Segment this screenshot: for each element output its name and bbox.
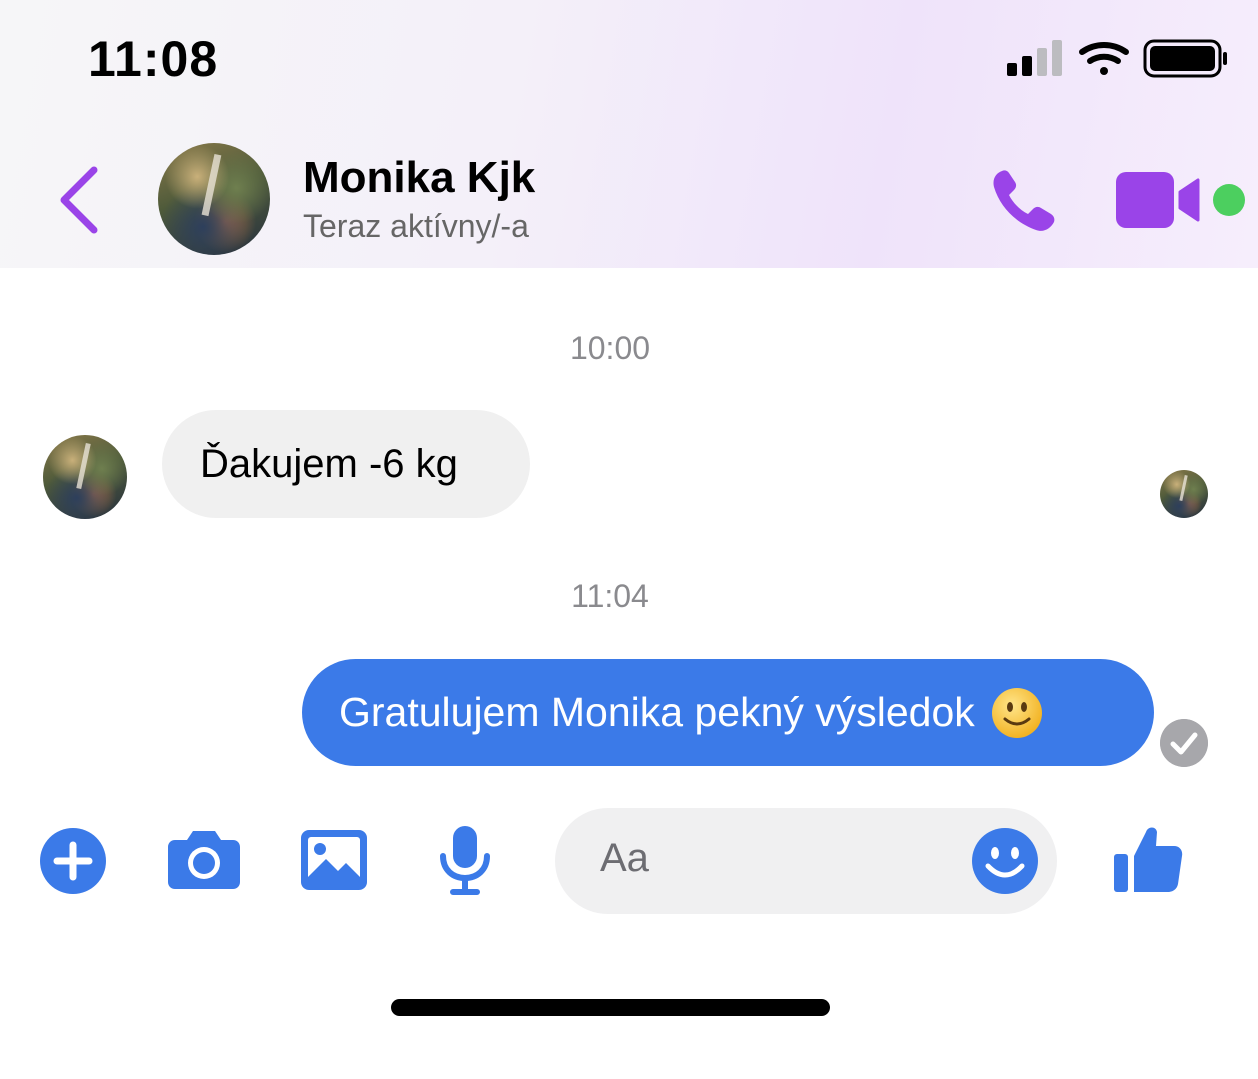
- message-input-placeholder: Aa: [600, 836, 649, 880]
- emoji-icon[interactable]: [972, 828, 1038, 894]
- wifi-icon: [1079, 41, 1129, 75]
- contact-avatar[interactable]: [158, 143, 270, 255]
- online-indicator: [1213, 184, 1245, 216]
- microphone-icon[interactable]: [436, 824, 494, 896]
- message-timestamp: 10:00: [569, 330, 651, 366]
- signal-icon: [1007, 40, 1062, 76]
- battery-icon: [1143, 39, 1227, 78]
- contact-name[interactable]: Monika Kjk: [303, 153, 535, 203]
- outgoing-message-bubble[interactable]: Gratulujem Monika pekný výsledok: [302, 659, 1154, 766]
- checkmark-icon: [1160, 719, 1208, 767]
- video-camera-icon[interactable]: [1114, 170, 1204, 230]
- status-icons: [1007, 39, 1227, 78]
- image-icon[interactable]: [300, 829, 368, 891]
- back-chevron-icon[interactable]: [52, 162, 108, 238]
- read-receipt-avatar: [1160, 470, 1208, 518]
- plus-icon[interactable]: [40, 828, 106, 894]
- home-indicator: [391, 999, 830, 1016]
- camera-icon[interactable]: [167, 828, 241, 890]
- phone-icon[interactable]: [988, 167, 1060, 235]
- smiley-emoji: [991, 687, 1042, 738]
- message-input[interactable]: Aa: [555, 808, 1057, 914]
- thumbs-up-icon[interactable]: [1112, 822, 1184, 894]
- outgoing-message-text: Gratulujem Monika pekný výsledok: [339, 689, 975, 735]
- status-time: 11:08: [88, 31, 219, 87]
- incoming-message-bubble[interactable]: Ďakujem -6 kg: [162, 410, 530, 518]
- incoming-message-text: Ďakujem -6 kg: [200, 441, 458, 486]
- message-timestamp: 11:04: [571, 578, 649, 614]
- message-sender-avatar: [43, 435, 127, 519]
- contact-active-status: Teraz aktívny/-a: [303, 208, 529, 244]
